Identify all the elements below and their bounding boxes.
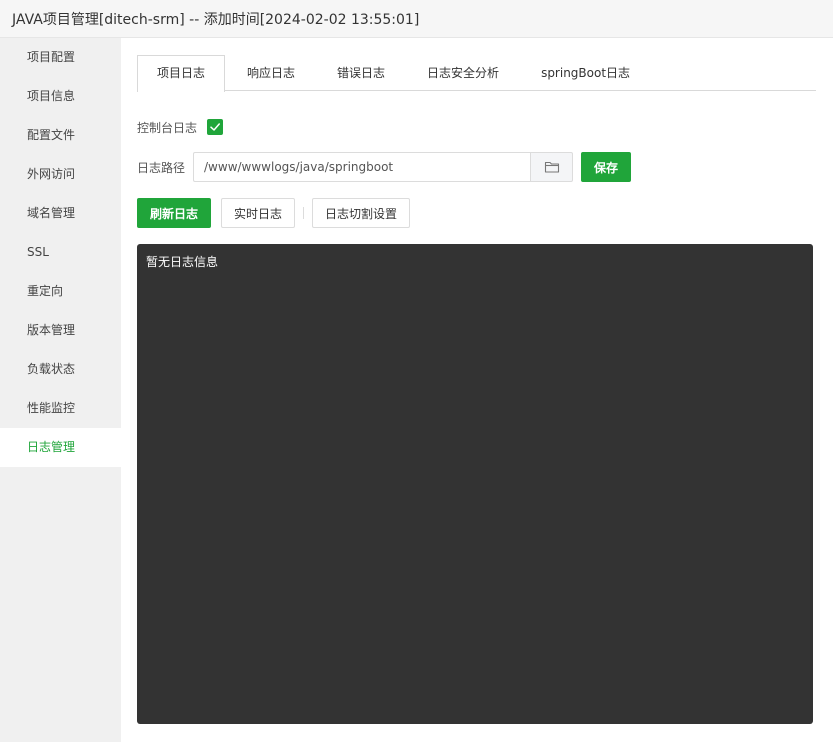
sidebar-item-log-management[interactable]: 日志管理: [0, 428, 121, 467]
sidebar-item-performance-monitor[interactable]: 性能监控: [0, 389, 121, 428]
tab-springboot-log[interactable]: springBoot日志: [521, 55, 650, 91]
log-tabs: 项目日志 响应日志 错误日志 日志安全分析 springBoot日志: [137, 55, 816, 92]
tab-log-security-analysis[interactable]: 日志安全分析: [407, 55, 519, 91]
log-actions-row: 刷新日志 实时日志 日志切割设置: [137, 198, 410, 228]
main-panel: 项目日志 响应日志 错误日志 日志安全分析 springBoot日志 控制台日志…: [121, 38, 833, 742]
sidebar-item-redirect[interactable]: 重定向: [0, 272, 121, 311]
sidebar-item-config-file[interactable]: 配置文件: [0, 116, 121, 155]
log-output-text: 暂无日志信息: [146, 255, 219, 269]
sidebar-item-version-management[interactable]: 版本管理: [0, 311, 121, 350]
sidebar-item-load-status[interactable]: 负载状态: [0, 350, 121, 389]
sidebar-item-domain-management[interactable]: 域名管理: [0, 194, 121, 233]
realtime-log-button[interactable]: 实时日志: [221, 198, 295, 228]
sidebar-item-external-access[interactable]: 外网访问: [0, 155, 121, 194]
check-icon: [210, 123, 220, 131]
refresh-log-button[interactable]: 刷新日志: [137, 198, 211, 228]
log-path-row: 日志路径 保存: [137, 152, 632, 182]
console-log-label: 控制台日志: [137, 120, 198, 135]
tab-response-log[interactable]: 响应日志: [227, 55, 315, 91]
log-output[interactable]: 暂无日志信息: [137, 244, 813, 724]
sidebar: 项目配置 项目信息 配置文件 外网访问 域名管理 SSL 重定向 版本管理 负载…: [0, 38, 121, 742]
tab-project-log[interactable]: 项目日志: [137, 55, 226, 92]
log-split-settings-button[interactable]: 日志切割设置: [312, 198, 410, 228]
log-path-input[interactable]: [193, 152, 531, 182]
console-log-checkbox[interactable]: [207, 119, 224, 135]
window-titlebar: JAVA项目管理[ditech-srm] -- 添加时间[2024-02-02 …: [0, 0, 833, 38]
console-log-row: 控制台日志: [137, 116, 224, 138]
window-title: JAVA项目管理[ditech-srm] -- 添加时间[2024-02-02 …: [12, 11, 420, 28]
folder-picker-button[interactable]: [530, 152, 574, 182]
button-divider: [303, 207, 304, 219]
sidebar-item-ssl[interactable]: SSL: [0, 233, 121, 272]
folder-icon: [544, 161, 559, 173]
sidebar-item-project-info[interactable]: 项目信息: [0, 77, 121, 116]
save-button[interactable]: 保存: [581, 152, 632, 182]
sidebar-item-project-config[interactable]: 项目配置: [0, 38, 121, 77]
log-path-label: 日志路径: [137, 160, 186, 175]
tab-error-log[interactable]: 错误日志: [317, 55, 405, 91]
